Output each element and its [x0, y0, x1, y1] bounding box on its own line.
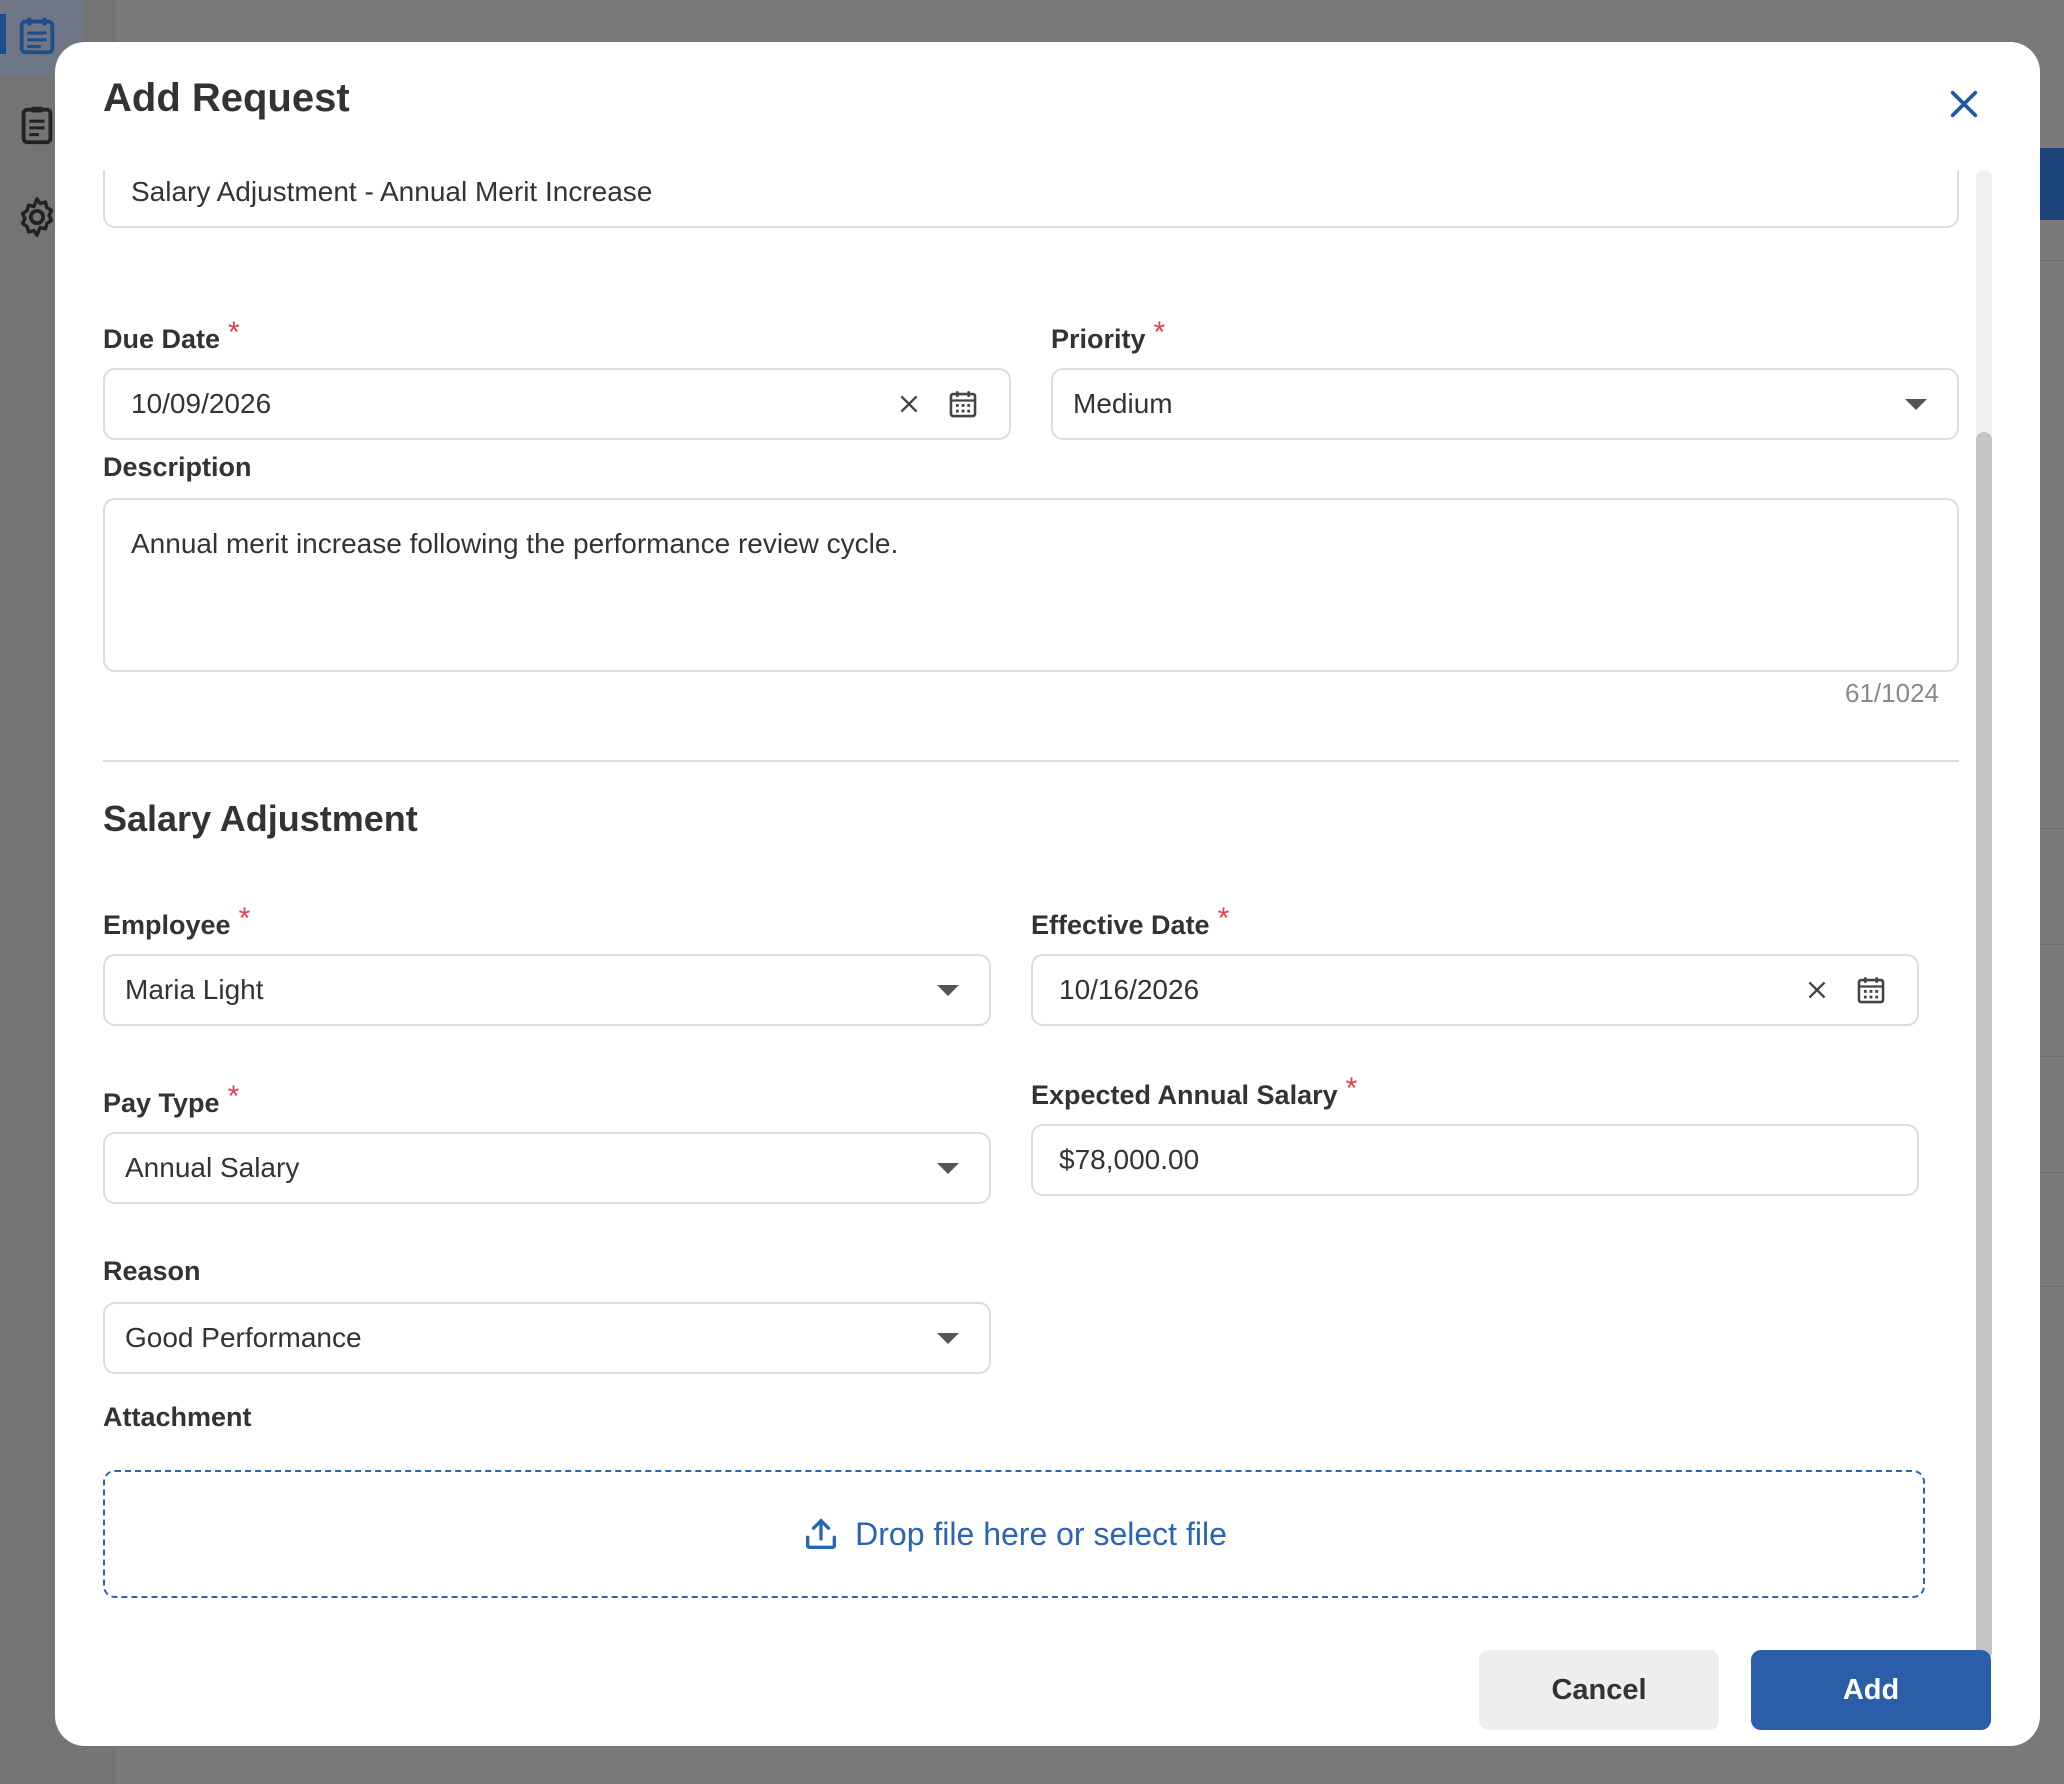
calendar-icon[interactable]	[1851, 970, 1891, 1010]
gear-icon[interactable]	[14, 194, 60, 240]
expected-salary-label: Expected Annual Salary *	[1031, 1072, 1358, 1110]
clear-icon[interactable]	[889, 384, 929, 424]
close-button[interactable]	[1936, 76, 1992, 132]
priority-value: Medium	[1073, 388, 1173, 419]
description-textarea[interactable]: Annual merit increase following the perf…	[103, 498, 1959, 672]
cancel-button[interactable]: Cancel	[1479, 1650, 1719, 1730]
form-scroll-area: Salary Adjustment - Annual Merit Increas…	[103, 170, 2013, 1650]
pay-type-value: Annual Salary	[125, 1152, 300, 1183]
attachment-label: Attachment	[103, 1402, 252, 1432]
salary-adjustment-section-title: Salary Adjustment	[103, 798, 418, 839]
chevron-down-icon	[1905, 398, 1927, 410]
employee-label: Employee *	[103, 902, 251, 940]
employee-value: Maria Light	[125, 974, 264, 1005]
file-dropzone[interactable]: Drop file here or select file	[103, 1470, 1925, 1598]
upload-icon	[806, 1519, 837, 1549]
required-marker: *	[228, 316, 240, 349]
calendar-icon[interactable]	[14, 12, 60, 58]
pay-type-select[interactable]: Annual Salary	[103, 1132, 991, 1204]
modal-title: Add Request	[103, 76, 350, 120]
required-marker: *	[1153, 316, 1166, 349]
employee-select[interactable]: Maria Light	[103, 954, 991, 1026]
expected-salary-value: $78,000.00	[1059, 1144, 1200, 1175]
description-label: Description	[103, 452, 252, 482]
due-date-label: Due Date *	[103, 316, 240, 354]
required-marker: *	[1345, 1072, 1358, 1105]
required-marker: *	[238, 902, 251, 935]
subject-input[interactable]: Salary Adjustment - Annual Merit Increas…	[103, 170, 1959, 228]
reason-select[interactable]: Good Performance	[103, 1302, 991, 1374]
description-char-counter: 61/1024	[1845, 678, 1939, 708]
section-divider	[103, 760, 1959, 762]
effective-date-value: 10/16/2026	[1059, 974, 1200, 1005]
chevron-down-icon	[937, 1162, 959, 1174]
clear-icon[interactable]	[1797, 970, 1837, 1010]
required-marker: *	[227, 1080, 240, 1113]
effective-date-label: Effective Date *	[1031, 902, 1230, 940]
due-date-value: 10/09/2026	[131, 388, 272, 419]
priority-label: Priority *	[1051, 316, 1166, 354]
dropzone-text[interactable]: Drop file here or select file	[855, 1516, 1227, 1553]
clipboard-icon[interactable]	[14, 102, 60, 148]
add-button[interactable]: Add	[1751, 1650, 1991, 1730]
add-request-modal: Add Request Salary Adjustment - Annual M…	[55, 42, 2040, 1746]
effective-date-input[interactable]: 10/16/2026	[1031, 954, 1919, 1026]
close-icon	[1950, 90, 1978, 118]
chevron-down-icon	[937, 984, 959, 996]
subject-value: Salary Adjustment - Annual Merit Increas…	[131, 176, 653, 207]
due-date-input[interactable]: 10/09/2026	[103, 368, 1011, 440]
expected-salary-input[interactable]: $78,000.00	[1031, 1124, 1919, 1196]
calendar-icon[interactable]	[943, 384, 983, 424]
chevron-down-icon	[937, 1332, 959, 1344]
priority-select[interactable]: Medium	[1051, 368, 1959, 440]
required-marker: *	[1217, 902, 1230, 935]
reason-value: Good Performance	[125, 1322, 362, 1353]
pay-type-label: Pay Type *	[103, 1080, 240, 1118]
reason-label: Reason	[103, 1256, 201, 1286]
